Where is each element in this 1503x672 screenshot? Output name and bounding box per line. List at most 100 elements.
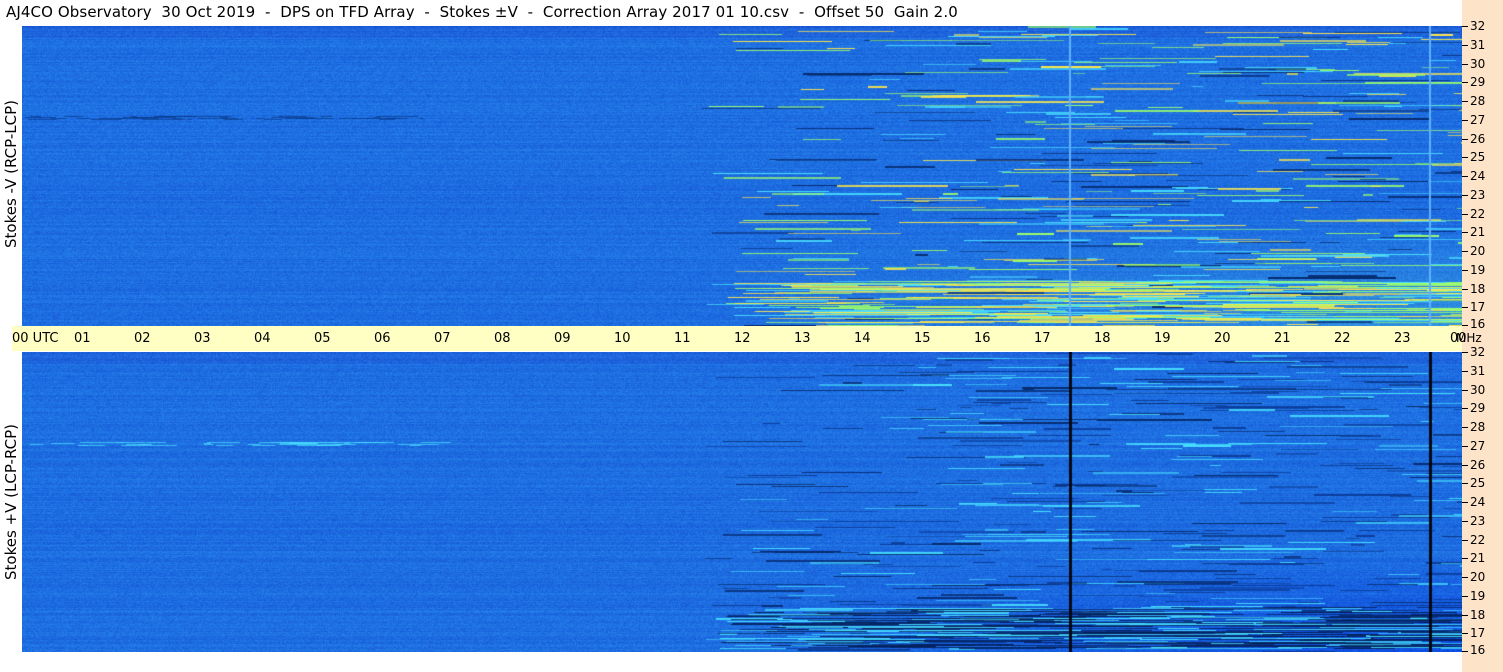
spectrogram-canvas-top <box>22 26 1462 326</box>
frequency-tick <box>1462 633 1468 634</box>
frequency-tick <box>1462 502 1468 503</box>
frequency-tick <box>1462 596 1468 597</box>
frequency-tick <box>1462 176 1468 177</box>
frequency-tick <box>1462 82 1468 83</box>
frequency-label: 16 <box>1470 643 1486 657</box>
frequency-label: 21 <box>1470 551 1486 565</box>
frequency-tick <box>1462 325 1468 326</box>
frequency-label: 24 <box>1470 169 1486 183</box>
frequency-tick <box>1462 427 1468 428</box>
frequency-label: 30 <box>1470 57 1486 71</box>
mhz-unit-label: MHz <box>1456 331 1482 345</box>
frequency-label: 23 <box>1470 514 1486 528</box>
frequency-scale-top: 32 31 30 29 28 27 26 25 24 23 22 21 20 19 18 17 16 <box>1462 20 1503 330</box>
top-panel-label: Stokes -V (RCP-LCP) <box>2 100 20 248</box>
frequency-tick <box>1462 615 1468 616</box>
utc-hour-label: 09 <box>554 331 571 346</box>
utc-hour-label: 02 <box>134 331 151 346</box>
frequency-tick <box>1462 214 1468 215</box>
frequency-tick <box>1462 390 1468 391</box>
utc-hour-label: 12 <box>734 331 751 346</box>
stokes-plus-v-spectrogram <box>22 352 1462 652</box>
utc-hour-label: 18 <box>1094 331 1111 346</box>
utc-time-axis: 00 UTC 01 02 03 04 05 06 07 08 09 10 11 12 13 14 15 16 17… <box>12 326 1467 351</box>
frequency-label: 28 <box>1470 94 1486 108</box>
frequency-tick <box>1462 521 1468 522</box>
utc-hour-label: 06 <box>374 331 391 346</box>
frequency-label: 25 <box>1470 150 1486 164</box>
frequency-tick <box>1462 45 1468 46</box>
frequency-tick <box>1462 270 1468 271</box>
frequency-label: 29 <box>1470 75 1486 89</box>
utc-hour-label: 15 <box>914 331 931 346</box>
spectrogram-canvas-bottom <box>22 352 1462 652</box>
frequency-label: 26 <box>1470 458 1486 472</box>
spectrogram-title: AJ4CO Observatory 30 Oct 2019 - DPS on T… <box>6 3 958 21</box>
frequency-label: 27 <box>1470 113 1486 127</box>
frequency-label: 17 <box>1470 626 1486 640</box>
frequency-scale-bottom: 32 31 30 29 28 27 26 25 24 23 22 21 20 19 18 17 16 <box>1462 346 1503 656</box>
frequency-label: 32 <box>1470 345 1486 359</box>
utc-hour-label: 23 <box>1394 331 1411 346</box>
frequency-label: 30 <box>1470 383 1486 397</box>
frequency-tick <box>1462 195 1468 196</box>
frequency-tick <box>1462 26 1468 27</box>
utc-hour-label: 07 <box>434 331 451 346</box>
frequency-label: 28 <box>1470 420 1486 434</box>
utc-hour-label: 08 <box>494 331 511 346</box>
frequency-label: 18 <box>1470 282 1486 296</box>
frequency-tick <box>1462 139 1468 140</box>
frequency-tick <box>1462 465 1468 466</box>
utc-hour-label: 22 <box>1334 331 1351 346</box>
frequency-tick <box>1462 483 1468 484</box>
frequency-tick <box>1462 352 1468 353</box>
frequency-tick <box>1462 64 1468 65</box>
utc-hour-label: 17 <box>1034 331 1051 346</box>
frequency-tick <box>1462 371 1468 372</box>
frequency-label: 25 <box>1470 476 1486 490</box>
frequency-label: 20 <box>1470 244 1486 258</box>
bottom-panel-label-container: Stokes +V (LCP-RCP) <box>0 352 22 652</box>
frequency-label: 31 <box>1470 364 1486 378</box>
frequency-label: 18 <box>1470 608 1486 622</box>
stokes-minus-v-spectrogram <box>22 26 1462 326</box>
frequency-label: 20 <box>1470 570 1486 584</box>
frequency-tick <box>1462 289 1468 290</box>
frequency-tick <box>1462 101 1468 102</box>
frequency-label: 27 <box>1470 439 1486 453</box>
frequency-tick <box>1462 251 1468 252</box>
frequency-label: 26 <box>1470 132 1486 146</box>
utc-hour-label: 01 <box>74 331 91 346</box>
frequency-tick <box>1462 232 1468 233</box>
utc-hour-label: 14 <box>854 331 871 346</box>
bottom-panel-label: Stokes +V (LCP-RCP) <box>2 424 20 580</box>
utc-hour-label: 03 <box>194 331 211 346</box>
utc-hour-label: 05 <box>314 331 331 346</box>
utc-hour-label: 00 UTC <box>12 331 59 346</box>
frequency-label: 22 <box>1470 207 1486 221</box>
frequency-label: 32 <box>1470 19 1486 33</box>
frequency-label: 21 <box>1470 225 1486 239</box>
utc-hour-label: 21 <box>1274 331 1291 346</box>
frequency-tick <box>1462 408 1468 409</box>
frequency-tick <box>1462 577 1468 578</box>
frequency-label: 19 <box>1470 263 1486 277</box>
frequency-tick <box>1462 157 1468 158</box>
frequency-label: 23 <box>1470 188 1486 202</box>
utc-hour-label: 04 <box>254 331 271 346</box>
frequency-tick <box>1462 446 1468 447</box>
frequency-label: 16 <box>1470 317 1486 331</box>
frequency-label: 31 <box>1470 38 1486 52</box>
frequency-label: 29 <box>1470 401 1486 415</box>
utc-hour-label: 10 <box>614 331 631 346</box>
frequency-tick <box>1462 558 1468 559</box>
frequency-label: 24 <box>1470 495 1486 509</box>
utc-hour-label: 16 <box>974 331 991 346</box>
utc-hour-label: 19 <box>1154 331 1171 346</box>
frequency-tick <box>1462 540 1468 541</box>
frequency-label: 22 <box>1470 533 1486 547</box>
utc-hour-label: 20 <box>1214 331 1231 346</box>
frequency-label: 17 <box>1470 300 1486 314</box>
frequency-tick <box>1462 120 1468 121</box>
utc-hour-label: 13 <box>794 331 811 346</box>
